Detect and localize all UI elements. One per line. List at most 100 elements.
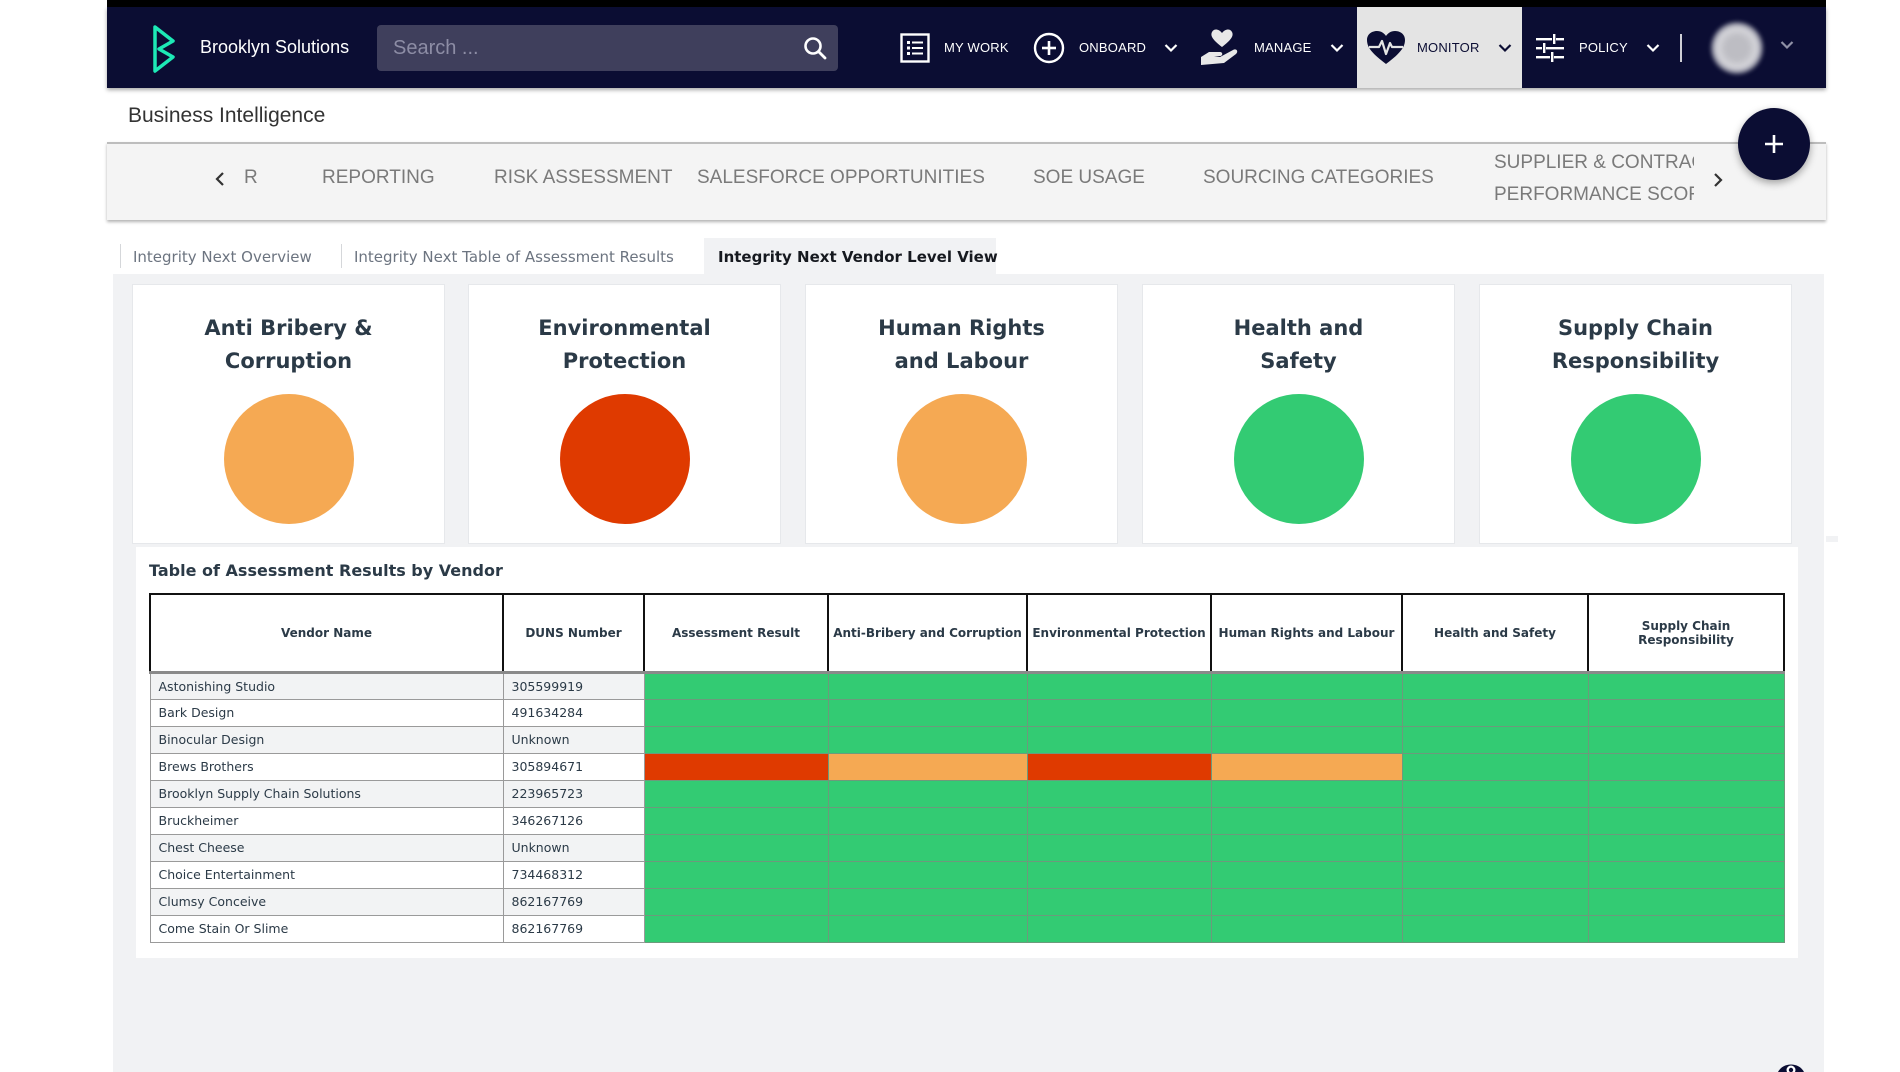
nav-my-work[interactable]: MY WORK	[900, 7, 1009, 88]
status-cell-green	[1026, 670, 1212, 700]
status-cell-green	[827, 806, 1028, 835]
assessment-results-table: Vendor Name DUNS Number Assessment Resul…	[149, 593, 1785, 943]
plus-icon	[1765, 135, 1783, 153]
status-cell-green	[1210, 670, 1403, 700]
status-cell-green	[1210, 806, 1403, 835]
add-button[interactable]	[1738, 108, 1810, 180]
status-cell-green	[1587, 725, 1785, 754]
status-cell-green	[1587, 887, 1785, 916]
status-cell-green	[1401, 833, 1589, 862]
duns-number-cell: 346267126	[502, 806, 645, 835]
status-cell-orange	[827, 752, 1028, 781]
column-header[interactable]: Health and Safety	[1401, 593, 1589, 673]
status-cell-green	[643, 860, 829, 889]
brand-logo-icon[interactable]	[150, 24, 178, 74]
search-input[interactable]	[377, 25, 838, 71]
subnav-item-soe-usage[interactable]: SOE USAGE	[1033, 167, 1145, 189]
status-cell-orange	[1210, 752, 1403, 781]
subnav-item-salesforce-opportunities[interactable]: SALESFORCE OPPORTUNITIES	[697, 167, 985, 189]
subnav-item-sourcing-categories[interactable]: SOURCING CATEGORIES	[1203, 167, 1434, 189]
table-row[interactable]: Clumsy Conceive 862167769	[149, 887, 1785, 916]
column-header[interactable]: Vendor Name	[149, 593, 504, 673]
chevron-down-icon	[1498, 43, 1511, 52]
nav-policy[interactable]: POLICY	[1535, 7, 1660, 88]
vendor-name-cell: Astonishing Studio	[149, 670, 504, 700]
chevron-down-icon[interactable]	[1780, 40, 1794, 50]
eye-icon[interactable]	[1776, 1058, 1806, 1072]
status-cell-green	[1210, 698, 1403, 727]
duns-number-cell: Unknown	[502, 833, 645, 862]
status-cell-green	[827, 670, 1028, 700]
tab-integrity-table[interactable]: Integrity Next Table of Assessment Resul…	[354, 238, 674, 275]
nav-label: MY WORK	[944, 40, 1009, 55]
status-card-anti-bribery: Anti Bribery & Corruption	[132, 284, 445, 544]
status-cell-green	[1401, 914, 1589, 943]
status-cell-red	[643, 752, 829, 781]
column-header[interactable]: Assessment Result	[643, 593, 829, 673]
nav-label: ONBOARD	[1079, 40, 1147, 55]
status-card-human-rights: Human Rights and Labour	[805, 284, 1118, 544]
column-header[interactable]: Environmental Protection	[1026, 593, 1212, 673]
table-row[interactable]: Brews Brothers 305894671	[149, 752, 1785, 781]
table-row[interactable]: Brooklyn Supply Chain Solutions 223965723	[149, 779, 1785, 808]
duns-number-cell: 862167769	[502, 914, 645, 943]
table-row[interactable]: Astonishing Studio 305599919	[149, 670, 1785, 700]
vendor-name-cell: Binocular Design	[149, 725, 504, 754]
status-cell-green	[1401, 752, 1589, 781]
status-cell-green	[1587, 670, 1785, 700]
vendor-name-cell: Come Stain Or Slime	[149, 914, 504, 943]
status-indicator-red	[560, 394, 690, 524]
status-cell-green	[1401, 779, 1589, 808]
nav-manage[interactable]: MANAGE	[1200, 7, 1344, 88]
card-title: Anti Bribery & Corruption	[204, 316, 373, 373]
subnav-item-risk-assessment[interactable]: RISK ASSESSMENT	[494, 167, 672, 189]
table-row[interactable]: Bark Design 491634284	[149, 698, 1785, 727]
status-cell-red	[1026, 752, 1212, 781]
status-cell-green	[1026, 806, 1212, 835]
vendor-name-cell: Clumsy Conceive	[149, 887, 504, 916]
status-cell-green	[643, 914, 829, 943]
subnav-item-line: SUPPLIER & CONTRAC	[1494, 152, 1694, 173]
status-cell-green	[643, 806, 829, 835]
status-cell-green	[1587, 806, 1785, 835]
column-header[interactable]: Human Rights and Labour	[1210, 593, 1403, 673]
status-cell-green	[1026, 860, 1212, 889]
duns-number-cell: 491634284	[502, 698, 645, 727]
status-cell-green	[643, 779, 829, 808]
subnav-item-supplier-contract-performance[interactable]: SUPPLIER & CONTRAC PERFORMANCE SCOR	[1494, 147, 1694, 211]
list-icon	[900, 32, 930, 63]
table-row[interactable]: Bruckheimer 346267126	[149, 806, 1785, 835]
nav-onboard[interactable]: ONBOARD	[1033, 7, 1178, 88]
subnav-item-reporting[interactable]: REPORTING	[322, 167, 435, 189]
table-row[interactable]: Binocular Design Unknown	[149, 725, 1785, 754]
vendor-name-cell: Brews Brothers	[149, 752, 504, 781]
table-row[interactable]: Choice Entertainment 734468312	[149, 860, 1785, 889]
card-title: Environmental Protection	[538, 316, 711, 373]
search-icon[interactable]	[802, 35, 828, 61]
tab-integrity-overview[interactable]: Integrity Next Overview	[133, 238, 312, 275]
nav-monitor[interactable]: MONITOR	[1357, 7, 1522, 88]
status-cell-green	[827, 887, 1028, 916]
status-cell-green	[827, 725, 1028, 754]
user-avatar[interactable]	[1711, 22, 1763, 74]
column-header[interactable]: DUNS Number	[502, 593, 645, 673]
sliders-icon	[1536, 33, 1564, 62]
chevron-down-icon	[1646, 43, 1660, 52]
chevron-left-icon[interactable]	[214, 171, 226, 187]
tab-integrity-vendor-level[interactable]: Integrity Next Vendor Level View	[704, 238, 998, 275]
status-cell-green	[1026, 887, 1212, 916]
card-title: Health and Safety	[1233, 316, 1364, 373]
subnav-item-r[interactable]: R	[244, 167, 258, 189]
vendor-name-cell: Bruckheimer	[149, 806, 504, 835]
status-indicator-orange	[224, 394, 354, 524]
table-row[interactable]: Chest Cheese Unknown	[149, 833, 1785, 862]
status-cell-green	[1587, 752, 1785, 781]
chevron-right-icon[interactable]	[1712, 172, 1724, 188]
tab-divider	[120, 244, 121, 268]
chevron-down-icon	[1164, 43, 1178, 52]
status-card-environmental: Environmental Protection	[468, 284, 781, 544]
column-header[interactable]: Anti-Bribery and Corruption	[827, 593, 1028, 673]
status-indicator-green	[1234, 394, 1364, 524]
table-row[interactable]: Come Stain Or Slime 862167769	[149, 914, 1785, 943]
column-header[interactable]: Supply Chain Responsibility	[1587, 593, 1785, 673]
